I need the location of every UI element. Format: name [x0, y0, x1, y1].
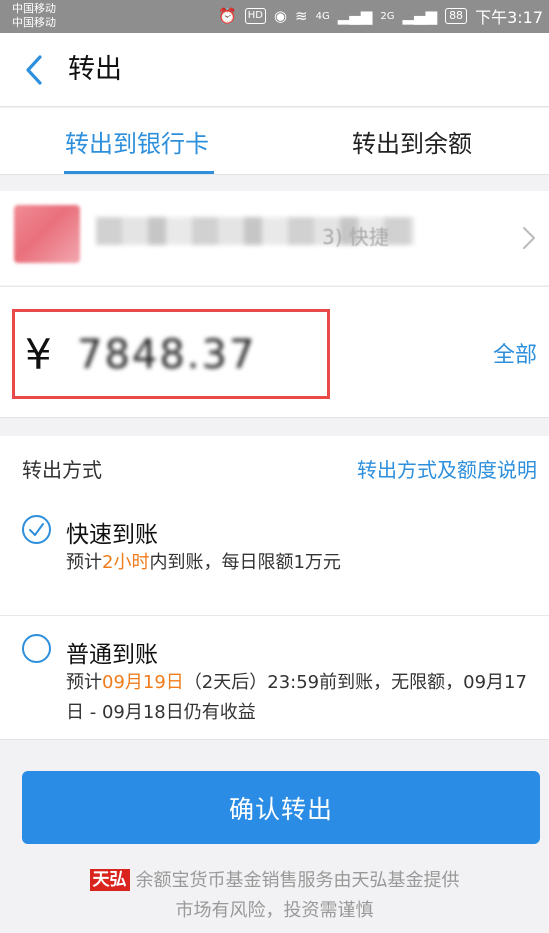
footer-line-1: 天弘 余额宝货币基金销售服务由天弘基金提供	[0, 866, 549, 896]
option-fast-desc: 预计2小时内到账，每日限额1万元	[66, 548, 527, 578]
desc-highlight: 2小时	[102, 552, 150, 573]
carrier-1: 中国移动	[12, 2, 56, 15]
carrier-2: 中国移动	[12, 16, 56, 29]
title-bar: 转出	[0, 33, 549, 107]
footer-text-1: 余额宝货币基金销售服务由天弘基金提供	[135, 870, 460, 891]
back-button[interactable]	[16, 50, 52, 90]
tab-to-bank-card[interactable]: 转出到银行卡	[0, 108, 274, 175]
radio-unchecked-icon[interactable]	[22, 634, 51, 663]
carrier-info: 中国移动 中国移动	[12, 2, 56, 30]
bank-logo-blurred	[14, 205, 80, 263]
transfer-method-label: 转出方式	[22, 458, 102, 482]
signal-icon-2: ▂▄▆	[402, 7, 438, 25]
tab-bar: 转出到银行卡 转出到余额	[0, 108, 549, 175]
amount-highlight-box[interactable]: ¥ 7848.37	[12, 309, 330, 399]
chevron-left-icon	[26, 55, 42, 85]
tianhong-logo: 天弘	[89, 869, 130, 891]
bank-card-selector[interactable]: 3) 快捷	[0, 191, 549, 285]
status-icons: ⏰ HD ◉ ≋ 4G ▂▄▆ 2G ▂▄▆ 88 下午3:17	[218, 5, 543, 27]
hd-badge: HD	[244, 8, 266, 24]
tab-to-balance[interactable]: 转出到余额	[275, 108, 549, 175]
footer-line-2: 市场有风险，投资需谨慎	[175, 900, 374, 921]
check-icon	[29, 523, 44, 536]
status-bar: 中国移动 中国移动 ⏰ HD ◉ ≋ 4G ▂▄▆ 2G ▂▄▆ 88 下午3:…	[0, 0, 549, 33]
wifi-icon: ≋	[295, 7, 308, 25]
option-normal-title: 普通到账	[66, 642, 158, 668]
currency-symbol: ¥	[25, 330, 52, 379]
page-title: 转出	[68, 54, 122, 85]
method-limit-info-link[interactable]: 转出方式及额度说明	[357, 454, 537, 483]
battery-icon: 88	[445, 8, 468, 24]
signal-2g-label: 2G	[380, 10, 395, 22]
amount-input[interactable]: 7848.37	[77, 330, 256, 380]
active-tab-indicator	[64, 171, 214, 174]
option-fast-arrival[interactable]: 快速到账 预计2小时内到账，每日限额1万元	[0, 498, 549, 616]
option-normal-arrival[interactable]: 普通到账 预计09月19日（2天后）23:59前到账，无限额，09月17日 - …	[0, 616, 549, 740]
amount-section: ¥ 7848.37 全部	[0, 287, 549, 418]
transfer-method-header: 转出方式 转出方式及额度说明	[0, 436, 549, 498]
clock: 下午3:17	[475, 8, 543, 27]
desc-prefix: 预计	[66, 552, 102, 573]
option-normal-desc: 预计09月19日（2天后）23:59前到账，无限额，09月17日 - 09月18…	[66, 668, 527, 728]
confirm-transfer-button[interactable]: 确认转出	[22, 771, 540, 844]
footer-disclaimer: 天弘 余额宝货币基金销售服务由天弘基金提供 市场有风险，投资需谨慎	[0, 866, 549, 926]
option-fast-title: 快速到账	[66, 522, 158, 548]
signal-icon: ▂▄▆	[337, 7, 373, 25]
alarm-icon: ⏰	[218, 7, 237, 25]
all-amount-link[interactable]: 全部	[493, 337, 537, 369]
signal-4g-label: 4G	[315, 10, 330, 22]
desc-prefix: 预计	[66, 672, 102, 693]
desc-suffix: 内到账，每日限额1万元	[149, 552, 341, 573]
chevron-right-icon	[523, 227, 535, 249]
radio-checked-icon[interactable]	[22, 515, 51, 544]
desc-highlight: 09月19日	[102, 672, 184, 693]
eye-icon: ◉	[273, 7, 288, 25]
bank-card-suffix: 3) 快捷	[322, 225, 389, 249]
